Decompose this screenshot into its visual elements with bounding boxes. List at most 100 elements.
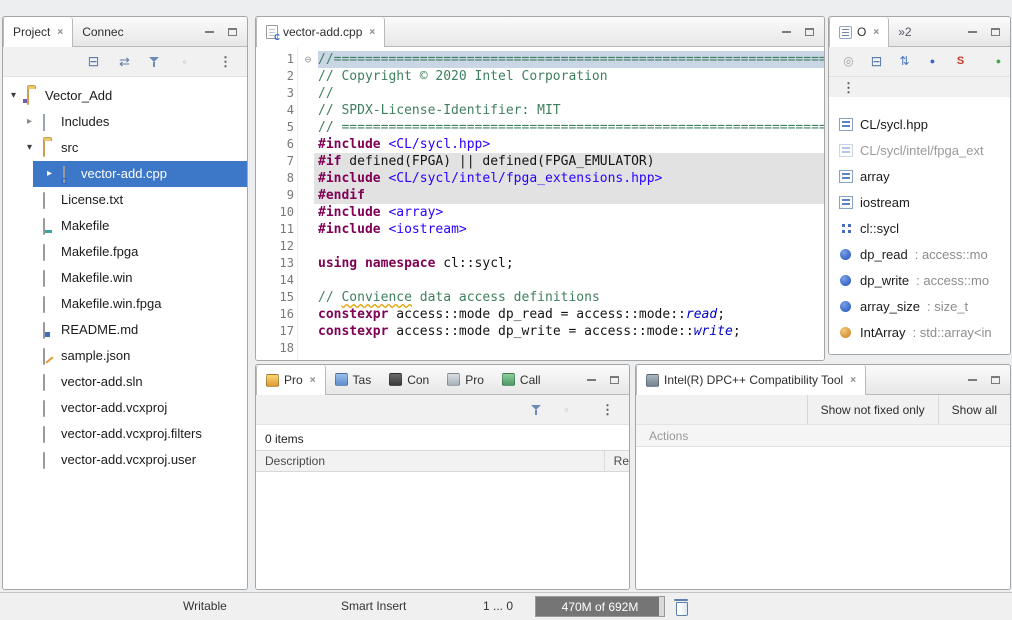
- maximize-icon[interactable]: [805, 28, 814, 36]
- code-line[interactable]: 10#include <array>: [256, 204, 824, 221]
- tab-problems[interactable]: Pro×: [256, 365, 326, 395]
- column-resource[interactable]: Re: [605, 451, 629, 471]
- tree-item[interactable]: ▸Includes: [3, 109, 247, 135]
- tree-item[interactable]: vector-add.vcxproj.user: [3, 447, 247, 473]
- code-line[interactable]: 14: [256, 272, 824, 289]
- outline-item[interactable]: iostream: [829, 189, 1010, 215]
- tree-item[interactable]: vector-add.sln: [3, 369, 247, 395]
- view-menu-icon[interactable]: ⋮: [218, 54, 233, 69]
- outline-item[interactable]: IntArray : std::array<in: [829, 319, 1010, 345]
- code-editor[interactable]: 1⊖//====================================…: [256, 47, 824, 360]
- expand-arrow-icon[interactable]: ▸: [27, 109, 32, 135]
- maximize-icon[interactable]: [610, 376, 619, 384]
- show-all-button[interactable]: Show all: [938, 395, 1010, 424]
- tree-item[interactable]: vector-add.vcxproj.filters: [3, 421, 247, 447]
- close-icon[interactable]: ×: [310, 375, 316, 386]
- code-line[interactable]: 5// ====================================…: [256, 119, 824, 136]
- code-line[interactable]: 6#include <CL/sycl.hpp>: [256, 136, 824, 153]
- tab-project[interactable]: Project ×: [3, 17, 73, 47]
- tab-tasks[interactable]: Tas: [326, 365, 381, 394]
- tree-item[interactable]: Makefile: [3, 213, 247, 239]
- code-line[interactable]: 18: [256, 340, 824, 357]
- tree-item[interactable]: ▾src: [3, 135, 247, 161]
- link-with-editor-icon[interactable]: ⇄: [117, 54, 132, 69]
- column-description[interactable]: Description: [256, 451, 605, 471]
- fold-marker-icon[interactable]: ⊖: [301, 51, 315, 68]
- code-line[interactable]: 3//: [256, 85, 824, 102]
- collapse-all-icon[interactable]: ⊟: [86, 54, 101, 69]
- view-menu-icon[interactable]: ⋮: [600, 402, 615, 417]
- maximize-icon[interactable]: [991, 28, 1000, 36]
- garbage-collect-icon[interactable]: [674, 598, 688, 615]
- variable-icon: [839, 247, 853, 261]
- minimize-icon[interactable]: [587, 379, 596, 381]
- expand-more-icon[interactable]: ◦: [559, 402, 574, 417]
- tab-console[interactable]: Con: [380, 365, 438, 394]
- tree-item[interactable]: Makefile.win: [3, 265, 247, 291]
- expand-more-icon[interactable]: ◦: [177, 54, 192, 69]
- tree-item[interactable]: License.txt: [3, 187, 247, 213]
- tab-outline[interactable]: O ×: [829, 17, 889, 47]
- code-line[interactable]: 17constexpr access::mode dp_write = acce…: [256, 323, 824, 340]
- outline-item[interactable]: dp_read : access::mo: [829, 241, 1010, 267]
- outline-toolbar-overflow: ⋮: [829, 77, 1010, 97]
- tab-properties[interactable]: Pro: [438, 365, 493, 394]
- code-line[interactable]: 9#endif: [256, 187, 824, 204]
- close-icon[interactable]: ×: [850, 375, 856, 386]
- tab-overflow[interactable]: »2: [889, 17, 920, 46]
- maximize-icon[interactable]: [991, 376, 1000, 384]
- minimize-icon[interactable]: [205, 31, 214, 33]
- line-number: 10: [256, 204, 294, 221]
- close-icon[interactable]: ×: [369, 27, 375, 38]
- tree-item[interactable]: ▾Vector_Add: [3, 83, 247, 109]
- tree-item[interactable]: vector-add.vcxproj: [3, 395, 247, 421]
- maximize-icon[interactable]: [228, 28, 237, 36]
- collapse-arrow-icon[interactable]: ▾: [27, 135, 32, 161]
- filter-icon[interactable]: [530, 403, 543, 416]
- close-icon[interactable]: ×: [57, 27, 63, 38]
- outline-item[interactable]: cl::sycl: [829, 215, 1010, 241]
- view-menu-icon[interactable]: ⋮: [841, 80, 856, 95]
- tab-vector-add-cpp[interactable]: vector-add.cpp ×: [256, 17, 385, 47]
- close-icon[interactable]: ×: [873, 27, 879, 38]
- code-line[interactable]: 2// Copyright © 2020 Intel Corporation: [256, 68, 824, 85]
- minimize-icon[interactable]: [968, 379, 977, 381]
- focus-icon[interactable]: ◎: [841, 54, 856, 69]
- tree-item[interactable]: ▸vector-add.cpp: [3, 161, 247, 187]
- tab-connections[interactable]: Connec: [73, 17, 132, 46]
- outline-item[interactable]: CL/sycl.hpp: [829, 111, 1010, 137]
- tab-dpct[interactable]: Intel(R) DPC++ Compatibility Tool ×: [636, 365, 866, 395]
- code-line[interactable]: 12: [256, 238, 824, 255]
- expand-arrow-icon[interactable]: ▸: [47, 161, 52, 187]
- tree-item[interactable]: Makefile.fpga: [3, 239, 247, 265]
- code-line[interactable]: 1⊖//====================================…: [256, 51, 824, 68]
- tree-item[interactable]: README.md: [3, 317, 247, 343]
- code-line[interactable]: 8#include <CL/sycl/intel/fpga_extensions…: [256, 170, 824, 187]
- tree-item[interactable]: sample.json: [3, 343, 247, 369]
- makefile-icon: [43, 218, 45, 235]
- hide-fields-icon[interactable]: ●: [925, 54, 940, 69]
- code-line[interactable]: 4// SPDX-License-Identifier: MIT: [256, 102, 824, 119]
- hide-nonpublic-icon[interactable]: ●: [991, 54, 1006, 69]
- show-not-fixed-only-button[interactable]: Show not fixed only: [807, 395, 938, 424]
- outline-item[interactable]: CL/sycl/intel/fpga_ext: [829, 137, 1010, 163]
- outline-item[interactable]: array_size : size_t: [829, 293, 1010, 319]
- outline-item[interactable]: array: [829, 163, 1010, 189]
- sort-icon[interactable]: ⇅: [897, 54, 912, 69]
- tree-item[interactable]: Makefile.win.fpga: [3, 291, 247, 317]
- text-file-icon: [43, 374, 45, 391]
- minimize-icon[interactable]: [782, 31, 791, 33]
- minimize-icon[interactable]: [968, 31, 977, 33]
- code-line[interactable]: 16constexpr access::mode dp_read = acces…: [256, 306, 824, 323]
- filter-icon[interactable]: [148, 55, 161, 68]
- tab-call[interactable]: Call: [493, 365, 550, 394]
- hide-static-icon[interactable]: S: [953, 54, 968, 69]
- code-line[interactable]: 11#include <iostream>: [256, 221, 824, 238]
- code-line[interactable]: 7#if defined(FPGA) || defined(FPGA_EMULA…: [256, 153, 824, 170]
- collapse-all-icon[interactable]: ⊟: [869, 54, 884, 69]
- collapse-arrow-icon[interactable]: ▾: [11, 83, 16, 109]
- outline-item[interactable]: dp_write : access::mo: [829, 267, 1010, 293]
- code-line[interactable]: 15// Convience data access definitions: [256, 289, 824, 306]
- line-number: 9: [256, 187, 294, 204]
- code-line[interactable]: 13using namespace cl::sycl;: [256, 255, 824, 272]
